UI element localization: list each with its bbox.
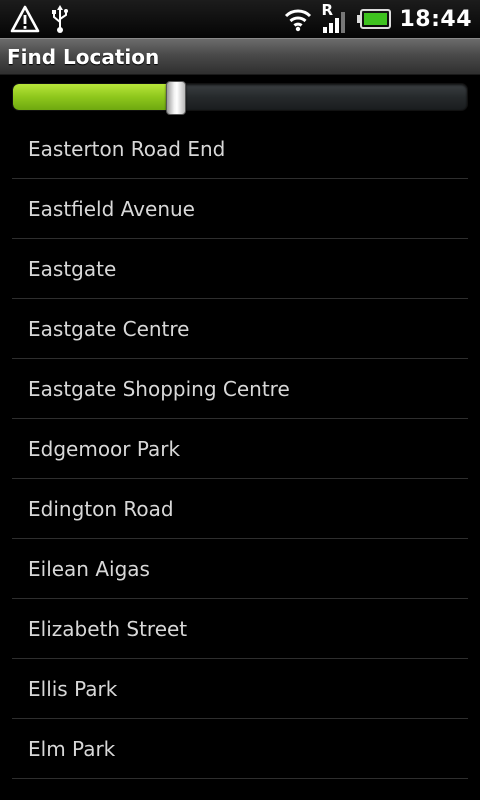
notification-icons (10, 4, 70, 34)
usb-icon (50, 4, 70, 34)
signal-icon: R (321, 1, 349, 35)
list-item-label: Eastfield Avenue (28, 196, 195, 221)
progress-slider[interactable] (12, 81, 468, 115)
list-item[interactable]: Eilean Aigas (12, 539, 468, 599)
page-title: Find Location (7, 44, 160, 69)
list-item-label: Eastgate (28, 256, 117, 281)
list-item[interactable]: Eastfield Avenue (12, 179, 468, 239)
list-item-label: Ellis Park (28, 676, 118, 701)
list-item-label: Edington Road (28, 496, 174, 521)
slider-thumb[interactable] (166, 81, 187, 115)
list-item-label: Easterton Road End (28, 136, 226, 161)
list-item[interactable]: Elizabeth Street (12, 599, 468, 659)
list-item-label: Elm Park (28, 736, 116, 761)
battery-icon (357, 9, 392, 29)
system-icons: R 18:44 (283, 1, 472, 35)
list-item[interactable]: Edington Road (12, 479, 468, 539)
slider-fill (13, 84, 177, 110)
list-item[interactable]: Eastgate (12, 239, 468, 299)
list-item-label: Elizabeth Street (28, 616, 188, 641)
list-item[interactable]: Eastgate Centre (12, 299, 468, 359)
list-item-label: Eilean Aigas (28, 556, 150, 581)
warning-icon (10, 5, 40, 33)
list-item-label: Eastgate Shopping Centre (28, 376, 290, 401)
location-list: Easterton Road End Eastfield Avenue Eastga… (12, 119, 468, 779)
list-item[interactable]: Ellis Park (12, 659, 468, 719)
list-item[interactable]: Elm Park (12, 719, 468, 779)
title-bar: Find Location (0, 38, 480, 75)
list-item[interactable]: Easterton Road End (12, 119, 468, 179)
list-item-label: Edgemoor Park (28, 436, 181, 461)
clock: 18:44 (399, 6, 472, 32)
wifi-icon (283, 6, 313, 32)
slider-track (12, 83, 468, 111)
list-item-label: Eastgate Centre (28, 316, 190, 341)
status-bar: R 18:44 (0, 0, 480, 38)
list-item[interactable]: Eastgate Shopping Centre (12, 359, 468, 419)
list-item[interactable]: Edgemoor Park (12, 419, 468, 479)
